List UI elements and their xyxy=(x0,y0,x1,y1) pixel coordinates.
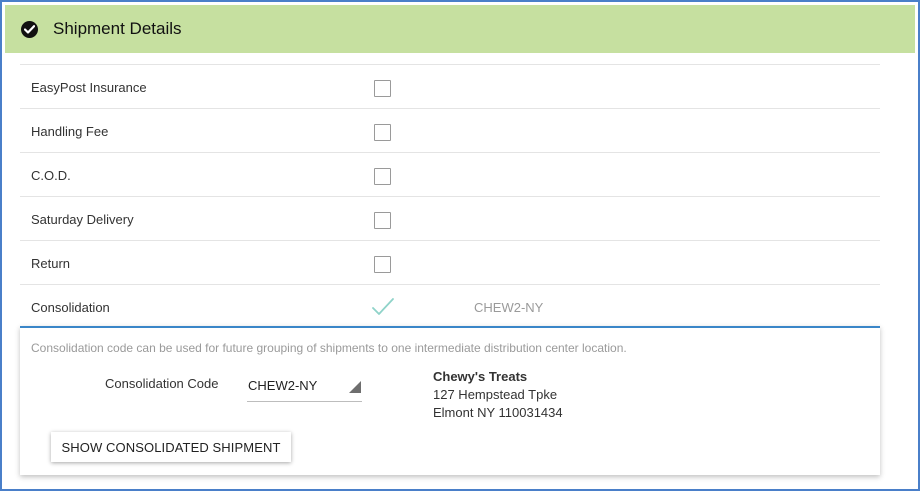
check-circle-icon xyxy=(21,20,38,38)
consolidation-hint: Consolidation code can be used for futur… xyxy=(31,341,627,355)
return-checkbox[interactable] xyxy=(374,256,391,273)
option-label: C.O.D. xyxy=(31,168,71,183)
option-row-handling-fee: Handling Fee xyxy=(20,109,880,153)
section-header[interactable]: Shipment Details xyxy=(5,5,915,53)
option-label: EasyPost Insurance xyxy=(31,80,147,95)
option-label: Return xyxy=(31,256,71,271)
saturday-delivery-checkbox[interactable] xyxy=(374,212,391,229)
section-title: Shipment Details xyxy=(53,19,182,38)
option-row-return: Return xyxy=(20,241,880,285)
consolidation-address: Chewy's Treats 127 Hempstead Tpke Elmont… xyxy=(433,368,563,422)
address-line2: Elmont NY 110031434 xyxy=(433,405,563,420)
consolidation-code-select[interactable]: CHEW2-NY xyxy=(247,374,362,402)
option-row-cod: C.O.D. xyxy=(20,153,880,197)
handling-fee-checkbox[interactable] xyxy=(374,124,391,141)
option-label: Handling Fee xyxy=(31,124,109,139)
shipment-details-card: Shipment Details EasyPost Insurance Hand… xyxy=(0,0,920,491)
consolidation-value: CHEW2-NY xyxy=(474,300,544,315)
consolidation-check-icon[interactable] xyxy=(371,297,395,317)
options-list: EasyPost Insurance Handling Fee C.O.D. S… xyxy=(20,64,880,328)
consolidation-panel: Consolidation code can be used for futur… xyxy=(20,326,880,475)
cod-checkbox[interactable] xyxy=(374,168,391,185)
option-row-consolidation: Consolidation CHEW2-NY xyxy=(20,285,880,328)
consolidation-code-label: Consolidation Code xyxy=(105,376,219,391)
option-row-easypost-insurance: EasyPost Insurance xyxy=(20,65,880,109)
address-line1: 127 Hempstead Tpke xyxy=(433,387,558,402)
easypost-insurance-checkbox[interactable] xyxy=(374,80,391,97)
option-label: Saturday Delivery xyxy=(31,212,134,227)
consolidation-code-value: CHEW2-NY xyxy=(248,378,318,393)
dropdown-triangle-icon xyxy=(349,380,361,393)
show-consolidated-shipment-button[interactable]: SHOW CONSOLIDATED SHIPMENT xyxy=(51,432,291,462)
address-name: Chewy's Treats xyxy=(433,369,528,384)
option-row-saturday-delivery: Saturday Delivery xyxy=(20,197,880,241)
option-label: Consolidation xyxy=(31,300,110,315)
